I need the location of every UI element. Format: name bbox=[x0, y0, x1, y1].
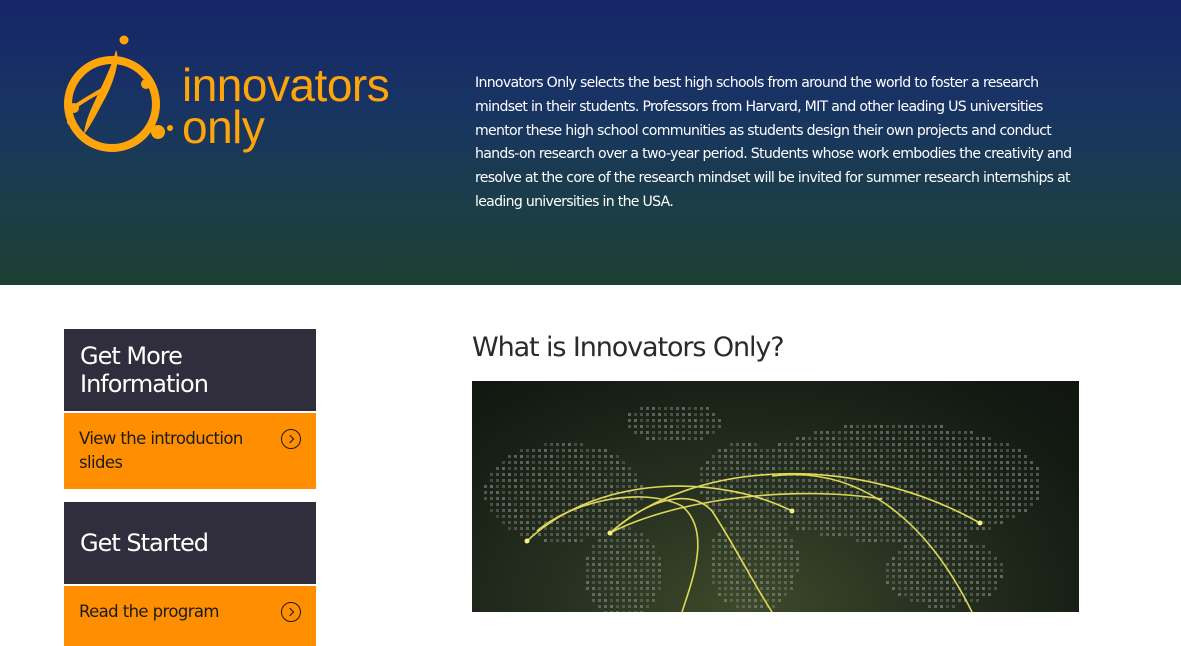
page-title: What is Innovators Only? bbox=[472, 332, 785, 363]
chevron-right-circle-icon bbox=[281, 602, 301, 622]
link-label: View the introduction slides bbox=[79, 429, 243, 472]
innovators-only-logo[interactable]: innovators only bbox=[58, 30, 438, 170]
sidebar-card-more-info: Get More Information View the introducti… bbox=[64, 329, 316, 489]
sidebar-card-get-started: Get Started Read the program bbox=[64, 502, 316, 646]
chevron-right-circle-icon bbox=[281, 429, 301, 449]
site-header: innovators only Innovators Only selects … bbox=[0, 0, 1181, 285]
card-title: Get More Information bbox=[64, 329, 316, 411]
link-label: Read the program bbox=[79, 602, 219, 621]
card-title: Get Started bbox=[64, 502, 316, 584]
logo-circle-icon bbox=[64, 35, 173, 152]
intro-paragraph: Innovators Only selects the best high sc… bbox=[475, 75, 1072, 210]
logo-line-2: only bbox=[182, 101, 265, 153]
view-introduction-slides-link[interactable]: View the introduction slides bbox=[64, 413, 316, 489]
world-map-graphic bbox=[484, 407, 1039, 612]
world-map-image bbox=[472, 381, 1079, 612]
logo-wordmark: innovators only bbox=[182, 59, 390, 153]
read-the-program-link[interactable]: Read the program bbox=[64, 586, 316, 646]
logo-line-1: innovators bbox=[182, 59, 390, 111]
